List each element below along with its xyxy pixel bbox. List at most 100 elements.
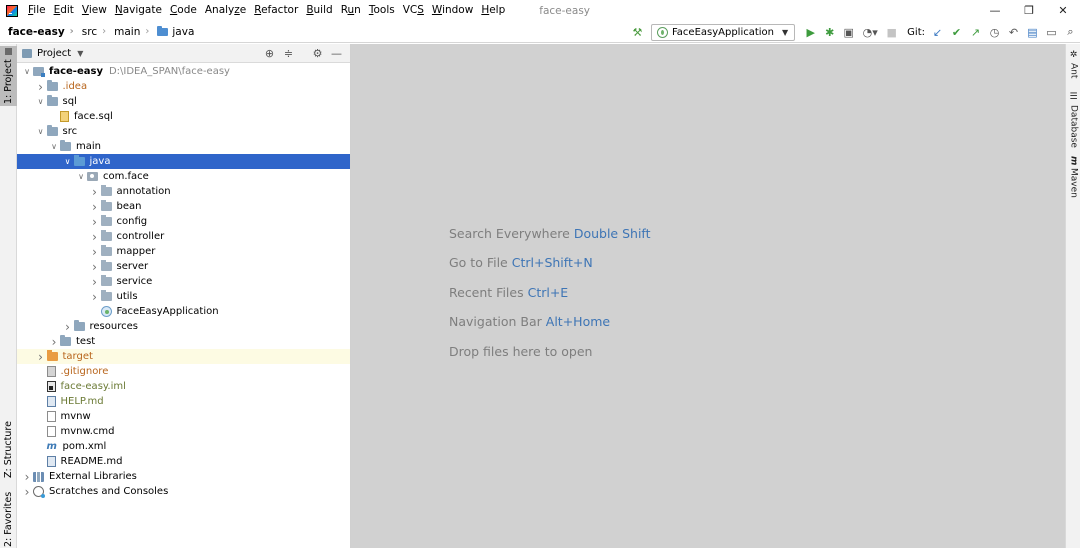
collapse-all-icon[interactable]: ≑	[279, 47, 298, 60]
project-structure-icon[interactable]: ▤	[1023, 23, 1042, 42]
minimize-button[interactable]: —	[978, 0, 1012, 21]
chevron-right-icon[interactable]: ›	[89, 245, 101, 259]
favorites-tool-tab[interactable]: 2: Favorites	[0, 490, 17, 548]
tree-item-scratches-and-consoles[interactable]: › Scratches and Consoles	[17, 484, 350, 499]
chevron-right-icon[interactable]: ›	[21, 485, 33, 499]
menu-refactor[interactable]: Refactor	[250, 0, 302, 21]
tree-item-face-easy[interactable]: ∨ face-easy D:\IDEA_SPAN\face-easy	[17, 64, 350, 79]
locate-file-icon[interactable]: ⊕	[260, 47, 279, 60]
tree-item-service[interactable]: › service	[17, 274, 350, 289]
presentation-icon[interactable]: ▭	[1042, 23, 1061, 42]
hide-panel-icon[interactable]: —	[327, 47, 346, 60]
tree-item-controller[interactable]: › controller	[17, 229, 350, 244]
project-tool-tab[interactable]: 1: Project	[0, 46, 17, 106]
tree-item-mapper[interactable]: › mapper	[17, 244, 350, 259]
menu-code[interactable]: Code	[166, 0, 201, 21]
menu-help[interactable]: Help	[477, 0, 509, 21]
tree-item-test[interactable]: › test	[17, 334, 350, 349]
project-view-selector[interactable]: Project	[37, 48, 71, 59]
maven-tab-label: Maven	[1068, 168, 1079, 199]
chevron-down-icon[interactable]: ∨	[21, 67, 33, 76]
tree-item-java[interactable]: ∨ java	[17, 154, 350, 169]
git-push-icon[interactable]: ↗	[966, 23, 985, 42]
tree-item-external-libraries[interactable]: › External Libraries	[17, 469, 350, 484]
ant-tool-tab[interactable]: ✲ Ant	[1066, 50, 1080, 86]
menu-analyze[interactable]: Analyze	[201, 0, 250, 21]
tree-item-main[interactable]: ∨ main	[17, 139, 350, 154]
git-update-icon[interactable]: ↙	[928, 23, 947, 42]
coverage-icon[interactable]: ▣	[839, 23, 858, 42]
stop-icon[interactable]: ■	[882, 23, 901, 42]
chevron-down-icon[interactable]: ∨	[35, 127, 47, 136]
menu-file[interactable]: File	[24, 0, 50, 21]
rollback-icon[interactable]: ↶	[1004, 23, 1023, 42]
close-button[interactable]: ✕	[1046, 0, 1080, 21]
tree-item-src[interactable]: ∨ src	[17, 124, 350, 139]
tree-item-label: com.face	[103, 171, 149, 182]
git-commit-icon[interactable]: ✔	[947, 23, 966, 42]
tree-item-com-face[interactable]: ∨ com.face	[17, 169, 350, 184]
tree-item-utils[interactable]: › utils	[17, 289, 350, 304]
chevron-right-icon[interactable]: ›	[35, 350, 47, 364]
tree-item-help-md[interactable]: HELP.md	[17, 394, 350, 409]
menu-vcs[interactable]: VCS	[399, 0, 428, 21]
menu-edit[interactable]: Edit	[50, 0, 78, 21]
chevron-down-icon[interactable]: ∨	[62, 157, 74, 166]
gear-icon[interactable]: ⚙	[308, 47, 327, 60]
chevron-right-icon[interactable]: ›	[35, 80, 47, 94]
run-icon[interactable]: ▶	[801, 23, 820, 42]
build-hammer-icon[interactable]: ⚒	[628, 23, 647, 42]
menu-navigate[interactable]: Navigate	[111, 0, 166, 21]
menu-tools[interactable]: Tools	[365, 0, 399, 21]
tree-item-faceeasyapplication[interactable]: FaceEasyApplication	[17, 304, 350, 319]
tree-item-config[interactable]: › config	[17, 214, 350, 229]
chevron-right-icon[interactable]: ›	[62, 320, 74, 334]
chevron-right-icon[interactable]: ›	[48, 335, 60, 349]
tree-item-pom-xml[interactable]: m pom.xml	[17, 439, 350, 454]
run-configuration-select[interactable]: FaceEasyApplication ▼	[650, 23, 796, 41]
tree-item-mvnw-cmd[interactable]: mvnw.cmd	[17, 424, 350, 439]
database-tool-tab[interactable]: ☰ Database	[1066, 92, 1080, 148]
database-tab-label: Database	[1068, 105, 1079, 148]
tree-item-mvnw[interactable]: mvnw	[17, 409, 350, 424]
tree-item-readme-md[interactable]: README.md	[17, 454, 350, 469]
chevron-down-icon[interactable]: ∨	[48, 142, 60, 151]
tree-item-resources[interactable]: › resources	[17, 319, 350, 334]
tree-item-annotation[interactable]: › annotation	[17, 184, 350, 199]
chevron-right-icon[interactable]: ›	[89, 275, 101, 289]
tree-item-face-easy-iml[interactable]: face-easy.iml	[17, 379, 350, 394]
menu-run[interactable]: Run	[337, 0, 365, 21]
tree-item-bean[interactable]: › bean	[17, 199, 350, 214]
chevron-down-icon[interactable]: ▼	[77, 49, 83, 58]
tree-item-gitignore[interactable]: .gitignore	[17, 364, 350, 379]
maven-tool-tab[interactable]: m Maven	[1066, 156, 1080, 200]
chevron-right-icon[interactable]: ›	[89, 290, 101, 304]
profile-icon[interactable]: ◔▾	[858, 23, 882, 42]
tree-item-face-sql[interactable]: face.sql	[17, 109, 350, 124]
breadcrumb-item-project[interactable]: face-easy ›	[0, 26, 74, 38]
chevron-right-icon[interactable]: ›	[89, 260, 101, 274]
restore-button[interactable]: ❐	[1012, 0, 1046, 21]
tree-item-server[interactable]: › server	[17, 259, 350, 274]
chevron-right-icon[interactable]: ›	[89, 230, 101, 244]
breadcrumb-item-main[interactable]: main ›	[106, 26, 149, 38]
chevron-right-icon[interactable]: ›	[89, 200, 101, 214]
breadcrumb-item-java[interactable]: java	[149, 25, 194, 38]
search-icon[interactable]: ⌕	[1061, 23, 1080, 42]
structure-tool-tab[interactable]: Z: Structure	[0, 418, 17, 482]
tree-item-target[interactable]: › target	[17, 349, 350, 364]
breadcrumb-item-src[interactable]: src ›	[74, 26, 106, 38]
chevron-down-icon[interactable]: ∨	[35, 97, 47, 106]
chevron-right-icon[interactable]: ›	[89, 215, 101, 229]
menu-window[interactable]: Window	[428, 0, 477, 21]
debug-icon[interactable]: ✱	[820, 23, 839, 42]
chevron-down-icon[interactable]: ∨	[75, 172, 87, 181]
menu-view[interactable]: View	[78, 0, 111, 21]
chevron-right-icon[interactable]: ›	[89, 185, 101, 199]
tree-item-idea[interactable]: › .idea	[17, 79, 350, 94]
menu-build[interactable]: Build	[302, 0, 336, 21]
chevron-right-icon[interactable]: ›	[21, 470, 33, 484]
editor-empty-area[interactable]: Search Everywhere Double Shift Go to File…	[351, 44, 1065, 548]
tree-item-sql[interactable]: ∨ sql	[17, 94, 350, 109]
history-icon[interactable]: ◷	[985, 23, 1004, 42]
